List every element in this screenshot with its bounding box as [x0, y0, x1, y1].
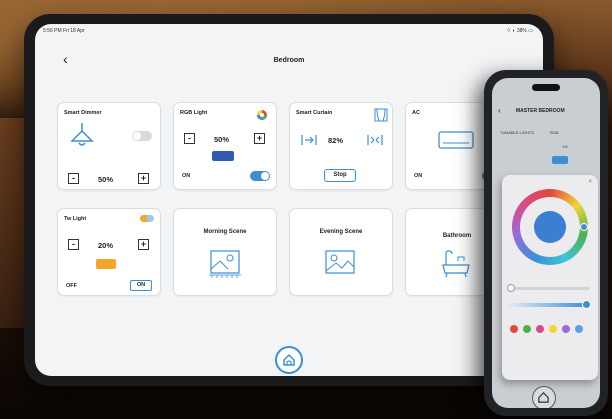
curtain-percent: 82% [328, 136, 344, 145]
color-swatch[interactable] [549, 325, 557, 333]
status-bar: 5:56 PM Fri 18 Apr ⌔ ◐ 38% ▭ [35, 24, 543, 38]
rgb-label: RGB [550, 130, 559, 135]
color-wheel-icon [257, 110, 267, 120]
ac-state-label: ON [414, 173, 423, 179]
phone-color-swatch[interactable] [552, 156, 568, 164]
color-temperature-icon [140, 215, 154, 222]
increase-button[interactable]: + [138, 239, 149, 250]
tw-color-swatch[interactable] [96, 259, 116, 269]
home-icon [283, 353, 295, 366]
card-title: Tw Light [64, 216, 87, 222]
home-button[interactable] [275, 346, 303, 374]
increase-button[interactable]: + [254, 133, 265, 144]
air-conditioner-icon [438, 131, 474, 149]
dimmer-toggle[interactable] [132, 131, 152, 141]
ceiling-lamp-icon [70, 123, 94, 146]
selected-color-preview [534, 211, 566, 243]
increase-button[interactable]: + [138, 173, 149, 184]
color-swatch[interactable] [562, 325, 570, 333]
color-swatch[interactable] [575, 325, 583, 333]
close-curtain-icon[interactable] [300, 133, 318, 147]
brightness-slider[interactable] [507, 284, 590, 292]
curtain-icon [374, 108, 388, 122]
tw-light-card: Tw Light - 20% + OFF ON [57, 208, 161, 296]
dimmer-percent: 50% [98, 175, 114, 184]
off-label[interactable]: OFF [66, 283, 77, 289]
color-swatch[interactable] [510, 325, 518, 333]
color-swatches [510, 325, 594, 335]
color-picker-popup: × [502, 175, 598, 380]
phone-screen: ‹ MASTER BEDROOM TUNABLE LIGHTS RGB 1% × [492, 78, 600, 408]
smart-dimmer-card: Smart Dimmer - 50% + [57, 102, 161, 190]
phone-percent: 1% [562, 144, 568, 149]
on-button[interactable]: ON [130, 280, 152, 291]
rgb-state-label: ON [182, 173, 191, 179]
stop-button[interactable]: Stop [324, 169, 356, 182]
evening-scene-card[interactable]: Evening Scene [289, 208, 393, 296]
status-time: 5:56 PM Fri 18 Apr [43, 28, 85, 34]
card-title: Smart Curtain [296, 110, 333, 116]
decrease-button[interactable]: - [184, 133, 195, 144]
close-icon[interactable]: × [588, 179, 592, 185]
phone-device: ‹ MASTER BEDROOM TUNABLE LIGHTS RGB 1% × [484, 70, 608, 416]
decrease-button[interactable]: - [68, 239, 79, 250]
rgb-light-card: RGB Light - 50% + ON [173, 102, 277, 190]
smart-curtain-card: Smart Curtain 82% Stop [289, 102, 393, 190]
home-icon [538, 392, 549, 403]
phone-back-icon[interactable]: ‹ [498, 106, 501, 115]
card-title: Morning Scene [203, 229, 247, 235]
color-wheel[interactable] [512, 189, 588, 265]
tablet-device: 5:56 PM Fri 18 Apr ⌔ ◐ 38% ▭ ‹ Bedroom S… [24, 14, 554, 386]
decrease-button[interactable]: - [68, 173, 79, 184]
open-curtain-icon[interactable] [366, 133, 384, 147]
rgb-toggle[interactable] [250, 171, 270, 181]
tw-percent: 20% [98, 241, 114, 250]
card-title: RGB Light [180, 110, 208, 116]
card-title: Evening Scene [319, 229, 363, 235]
tablet-screen: 5:56 PM Fri 18 Apr ⌔ ◐ 38% ▭ ‹ Bedroom S… [35, 24, 543, 376]
bathtub-icon [442, 250, 470, 278]
back-button[interactable]: ‹ [63, 52, 77, 66]
card-title: AC [412, 110, 420, 116]
sunrise-window-icon [209, 250, 241, 278]
phone-title: MASTER BEDROOM [516, 108, 565, 114]
color-swatch[interactable] [523, 325, 531, 333]
color-wheel-handle[interactable] [580, 223, 588, 231]
morning-scene-card[interactable]: Morning Scene [173, 208, 277, 296]
rgb-percent: 50% [214, 135, 230, 144]
rgb-color-swatch[interactable] [212, 151, 234, 161]
card-title: Smart Dimmer [64, 110, 102, 116]
phone-home-button[interactable] [532, 386, 556, 408]
sunset-picture-icon [325, 250, 355, 274]
phone-notch [532, 84, 560, 91]
saturation-slider[interactable] [510, 300, 591, 309]
color-swatch[interactable] [536, 325, 544, 333]
page-title: Bedroom [273, 57, 305, 64]
status-indicators: ⌔ ◐ 38% ▭ [506, 28, 533, 34]
tunable-label: TUNABLE LIGHTS [500, 130, 535, 135]
